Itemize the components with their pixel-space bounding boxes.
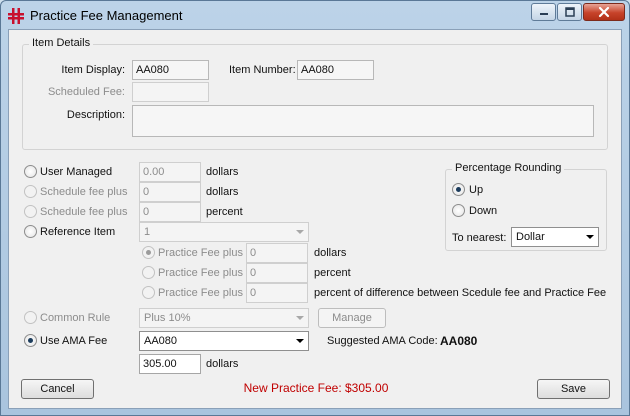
item-display-label: Item Display: [61,64,125,76]
save-button[interactable]: Save [537,379,610,399]
dialog-body: Item Details Item Display: AA080 Item Nu… [8,29,622,409]
schedule-fee-plus-percent-amount[interactable]: 0 [139,202,201,222]
description-field [132,105,594,137]
round-up-label[interactable]: Up [469,184,483,196]
maximize-button[interactable] [557,3,582,21]
user-managed-label[interactable]: User Managed [40,166,112,178]
use-ama-fee-radio[interactable] [24,334,37,347]
suggested-ama-code-value: AA080 [440,334,478,348]
radio-selected-dot [28,338,33,343]
app-logo-icon [8,8,24,24]
title-bar[interactable]: Practice Fee Management [1,1,629,29]
schedule-fee-plus-dollars-radio[interactable] [24,185,37,198]
chevron-down-icon [296,316,304,320]
round-down-label[interactable]: Down [469,205,497,217]
close-button[interactable] [583,3,625,21]
to-nearest-select[interactable]: Dollar [511,227,599,247]
schedule-fee-plus-percent-radio[interactable] [24,205,37,218]
practice-fee-plus-diff-label[interactable]: Practice Fee plus [158,287,243,299]
reference-item-value: 1 [144,226,151,238]
practice-fee-plus-percent-unit: percent [314,267,351,279]
percentage-rounding-legend: Percentage Rounding [452,162,565,174]
common-rule-value: Plus 10% [144,312,191,324]
close-icon [598,6,610,18]
chevron-down-icon [296,339,304,343]
to-nearest-value: Dollar [516,231,545,243]
scheduled-fee-field [132,82,209,102]
practice-fee-plus-dollars-label[interactable]: Practice Fee plus [158,247,243,259]
window-title: Practice Fee Management [30,8,183,23]
user-managed-amount[interactable]: 0.00 [139,162,201,182]
schedule-fee-plus-percent-label[interactable]: Schedule fee plus [40,206,127,218]
ama-code-value: AA080 [144,335,178,347]
schedule-fee-plus-percent-unit: percent [206,206,243,218]
user-managed-radio[interactable] [24,165,37,178]
item-number-label: Item Number: [229,64,296,76]
schedule-fee-plus-dollars-unit: dollars [206,186,239,198]
manage-button[interactable]: Manage [318,308,386,328]
round-up-radio[interactable] [452,183,465,196]
practice-fee-plus-percent-radio[interactable] [142,266,155,279]
item-details-legend: Item Details [29,37,94,49]
practice-fee-plus-dollars-amount[interactable]: 0 [246,243,308,263]
radio-selected-dot [146,250,151,255]
round-down-radio[interactable] [452,204,465,217]
chevron-down-icon [296,230,304,234]
scheduled-fee-label: Scheduled Fee: [47,86,125,98]
practice-fee-plus-dollars-unit: dollars [314,247,347,259]
practice-fee-plus-percent-label[interactable]: Practice Fee plus [158,267,243,279]
practice-fee-plus-percent-amount[interactable]: 0 [246,263,308,283]
schedule-fee-plus-dollars-label[interactable]: Schedule fee plus [40,186,127,198]
practice-fee-plus-diff-radio[interactable] [142,286,155,299]
use-ama-fee-label[interactable]: Use AMA Fee [40,335,107,347]
schedule-fee-plus-dollars-amount[interactable]: 0 [139,182,201,202]
to-nearest-label: To nearest: [452,232,507,244]
user-managed-unit: dollars [206,166,239,178]
practice-fee-plus-diff-unit: percent of difference between Scedule fe… [314,287,607,299]
radio-selected-dot [456,187,461,192]
item-number-field: AA080 [297,60,374,80]
reference-item-select[interactable]: 1 [139,222,309,242]
reference-item-label[interactable]: Reference Item [40,226,115,238]
minimize-button[interactable] [531,3,556,21]
dialog-window: Practice Fee Management Item Details Ite… [0,0,630,416]
practice-fee-plus-diff-amount[interactable]: 0 [246,283,308,303]
minimize-icon [539,13,548,15]
common-rule-radio[interactable] [24,311,37,324]
ama-fee-unit: dollars [206,358,239,370]
new-practice-fee-text: New Practice Fee: $305.00 [243,381,389,395]
ama-fee-amount[interactable]: 305.00 [139,354,201,374]
practice-fee-plus-dollars-radio[interactable] [142,246,155,259]
common-rule-label[interactable]: Common Rule [40,312,110,324]
item-display-field: AA080 [132,60,209,80]
reference-item-radio[interactable] [24,225,37,238]
suggested-ama-code-label: Suggested AMA Code: [327,335,438,347]
common-rule-select[interactable]: Plus 10% [139,308,309,328]
description-label: Description: [66,109,125,121]
maximize-icon [564,7,575,17]
ama-code-select[interactable]: AA080 [139,331,309,351]
chevron-down-icon [586,235,594,239]
